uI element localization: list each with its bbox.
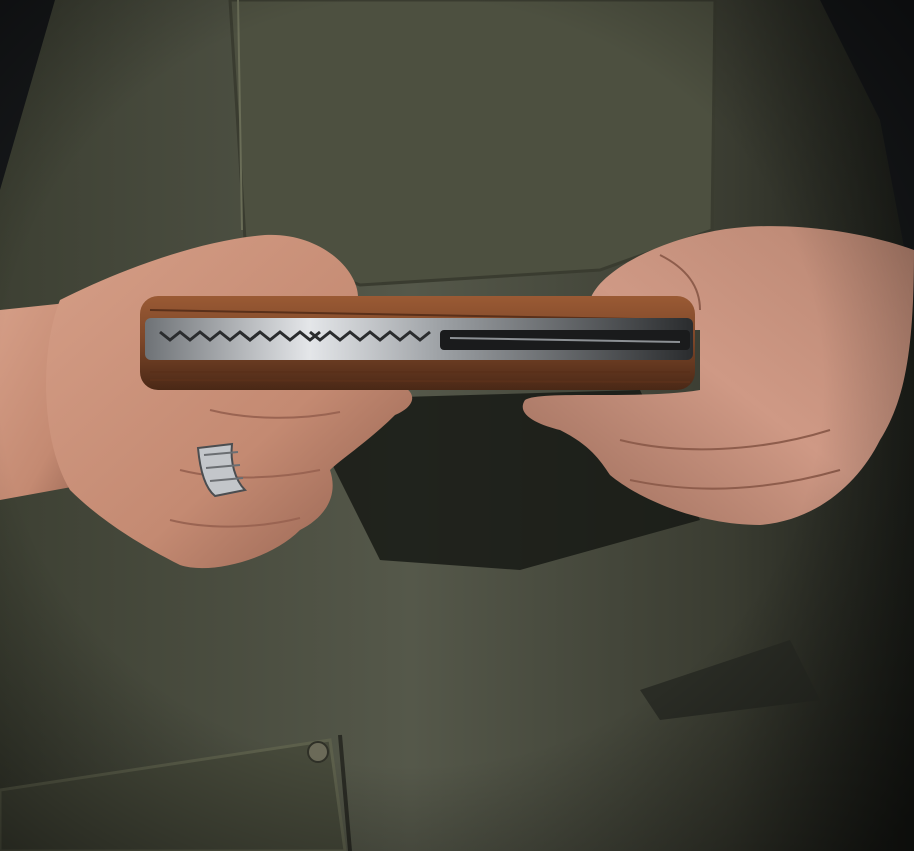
- vignette-overlay: [0, 0, 914, 851]
- photo-canvas: [0, 0, 914, 851]
- photo-scene: [0, 0, 914, 851]
